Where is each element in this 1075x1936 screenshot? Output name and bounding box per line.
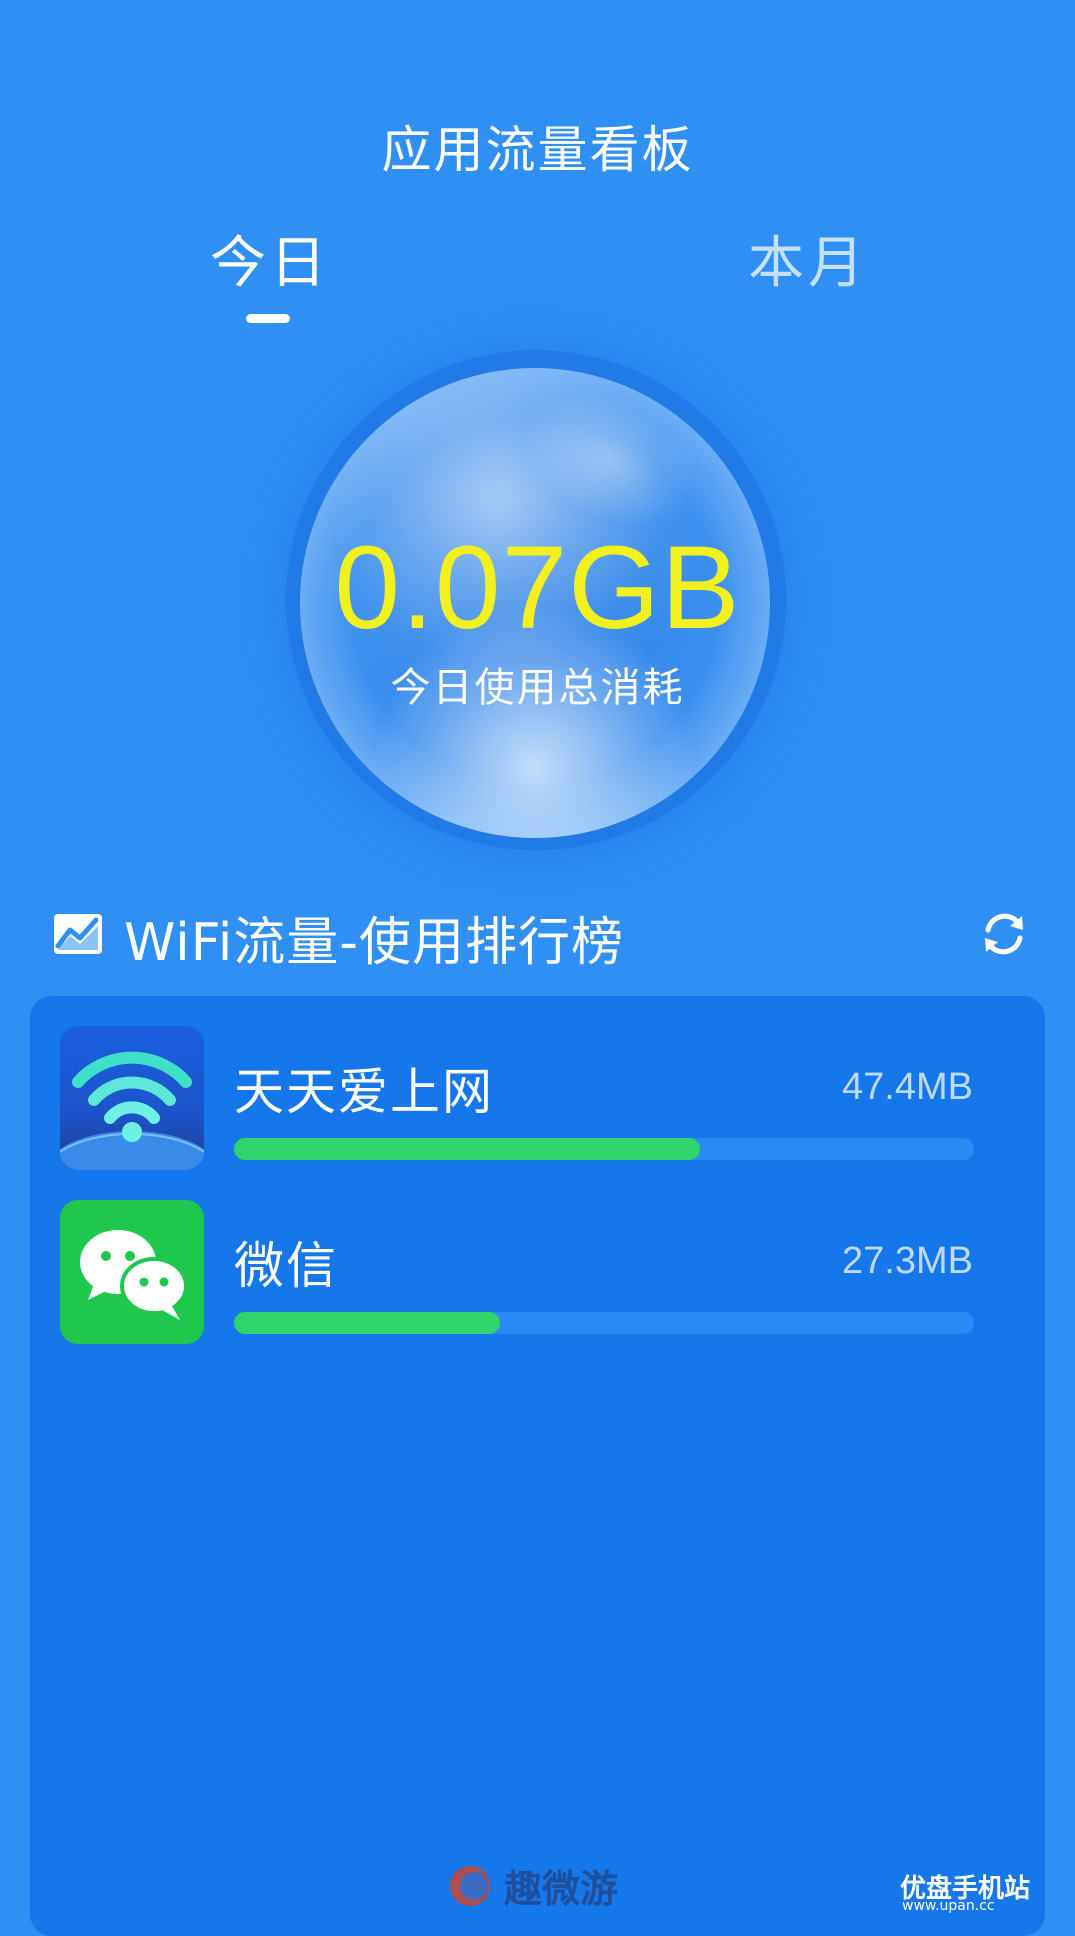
app-usage: 27.3MB <box>842 1240 973 1282</box>
watermark-text: 趣微游 <box>504 1867 619 1911</box>
usage-bar-track <box>234 1138 974 1160</box>
total-usage-caption: 今日使用总消耗 <box>390 665 685 711</box>
list-item[interactable]: 天天爱上网 47.4MB <box>30 1026 1045 1176</box>
wechat-icon <box>60 1200 204 1344</box>
page-title: 应用流量看板 <box>381 121 694 179</box>
ranking-header: WiFi流量-使用排行榜 <box>52 900 1032 973</box>
watermark-site-url: www.upan.cc <box>902 1898 995 1914</box>
wifi-globe-icon <box>60 1026 204 1170</box>
usage-bar-fill <box>234 1138 701 1160</box>
list-item[interactable]: 微信 27.3MB <box>30 1200 1045 1350</box>
ranking-title: WiFi流量-使用排行榜 <box>124 913 625 973</box>
app-usage: 47.4MB <box>842 1066 973 1108</box>
tab-today[interactable]: 今日 <box>210 218 330 299</box>
trend-chart-icon <box>54 914 102 954</box>
watermark-logo-icon <box>450 1866 490 1906</box>
usage-bar-track <box>234 1312 974 1334</box>
usage-bar-fill <box>234 1312 501 1334</box>
refresh-icon[interactable] <box>976 906 1032 962</box>
app-name: 天天爱上网 <box>234 1063 494 1121</box>
app-name: 微信 <box>234 1237 338 1295</box>
tab-month[interactable]: 本月 <box>748 218 868 299</box>
app-ranking-list: 天天爱上网 47.4MB 微信 27.3MB <box>30 996 1045 1936</box>
active-tab-indicator <box>246 314 290 323</box>
total-usage-value: 0.07GB <box>334 522 741 654</box>
